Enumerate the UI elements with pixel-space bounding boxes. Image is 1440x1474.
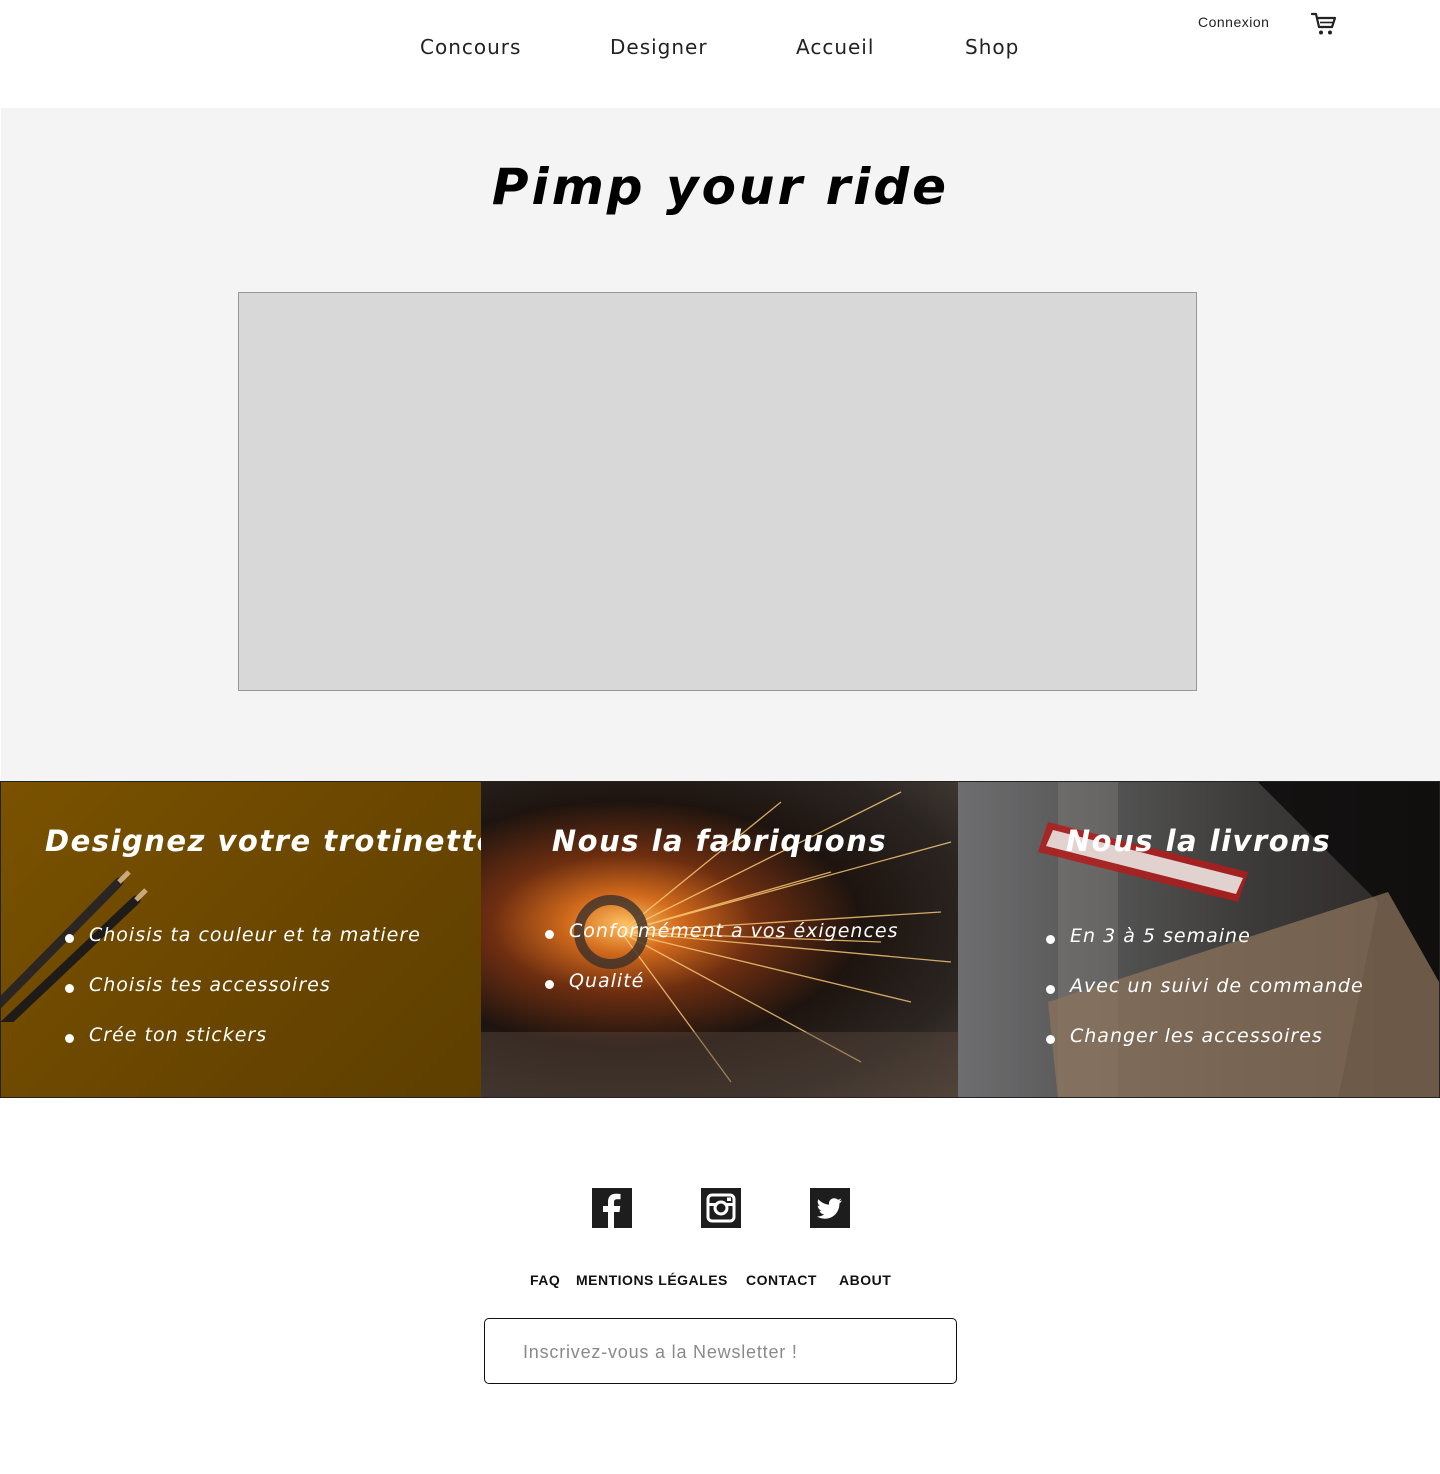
list-item: Crée ton stickers (65, 1024, 421, 1074)
list-item: Choisis ta couleur et ta matiere (65, 924, 421, 974)
feature-panel-manufacture: Nous la fabriquons Conformément a vos éx… (481, 782, 958, 1097)
feature-list-design: Choisis ta couleur et ta matiere Choisis… (65, 924, 421, 1074)
hero-media-placeholder (238, 292, 1197, 691)
footer-link-mentions-legales[interactable]: MENTIONS LÉGALES (576, 1272, 728, 1288)
shopping-cart-icon[interactable] (1310, 11, 1337, 37)
nav-concours[interactable]: Concours (420, 35, 521, 59)
list-item: Qualité (545, 970, 899, 1020)
feature-list-delivery: En 3 à 5 semaine Avec un suivi de comman… (1046, 925, 1364, 1075)
nav-accueil[interactable]: Accueil (796, 35, 874, 59)
feature-panel-delivery: Nous la livrons En 3 à 5 semaine Avec un… (958, 782, 1439, 1097)
list-item: Conformément a vos éxigences (545, 920, 899, 970)
newsletter-box (484, 1318, 957, 1384)
feature-panel-design: Designez votre trotinette Choisis ta cou… (1, 782, 481, 1097)
footer-link-about[interactable]: ABOUT (839, 1272, 891, 1288)
hero-title: Pimp your ride (491, 158, 950, 216)
list-item: Choisis tes accessoires (65, 974, 421, 1024)
nav-designer[interactable]: Designer (610, 35, 708, 59)
feature-title-design: Designez votre trotinette (45, 824, 481, 858)
features-section: Designez votre trotinette Choisis ta cou… (0, 781, 1440, 1098)
list-item: Avec un suivi de commande (1046, 975, 1364, 1025)
newsletter-input[interactable] (523, 1339, 943, 1365)
list-item: Changer les accessoires (1046, 1025, 1364, 1075)
facebook-icon[interactable] (592, 1188, 632, 1228)
site-header: Concours Designer Accueil Shop Connexion (0, 0, 1440, 108)
feature-title-delivery: Nous la livrons (1065, 824, 1332, 858)
login-link[interactable]: Connexion (1198, 14, 1269, 30)
feature-list-manufacture: Conformément a vos éxigences Qualité (545, 920, 899, 1020)
list-item: En 3 à 5 semaine (1046, 925, 1364, 975)
hero-section: Pimp your ride (1, 108, 1440, 781)
footer-link-faq[interactable]: FAQ (530, 1272, 560, 1288)
feature-title-manufacture: Nous la fabriquons (551, 824, 888, 858)
footer-link-contact[interactable]: CONTACT (746, 1272, 817, 1288)
instagram-icon[interactable] (701, 1188, 741, 1228)
twitter-icon[interactable] (810, 1188, 850, 1228)
nav-shop[interactable]: Shop (965, 35, 1019, 59)
